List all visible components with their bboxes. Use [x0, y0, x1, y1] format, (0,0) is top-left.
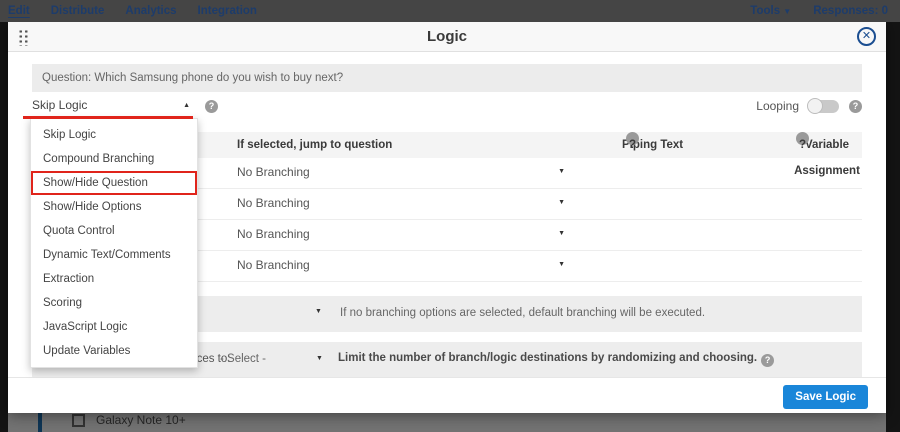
save-logic-button[interactable]: Save Logic — [783, 385, 868, 409]
chevron-down-icon: ▼ — [783, 7, 791, 16]
logic-type-select[interactable]: Skip Logic ▲ — [32, 98, 194, 116]
logic-type-value: Skip Logic — [32, 98, 87, 112]
help-icon[interactable]: ? — [796, 132, 809, 145]
annotation-red-underline — [23, 116, 193, 119]
chevron-down-icon: ▼ — [558, 230, 565, 237]
jump-to-question-select[interactable]: No Branching ▼ — [237, 165, 573, 179]
nav-tab-edit[interactable]: Edit — [8, 0, 30, 22]
help-icon[interactable]: ? — [849, 100, 862, 113]
select-value: No Branching — [237, 258, 310, 272]
menu-item-dynamic-text-comments[interactable]: Dynamic Text/Comments — [31, 243, 197, 267]
looping-control: Looping ? — [756, 99, 862, 113]
nav-tab-analytics[interactable]: Analytics — [125, 0, 176, 22]
help-icon[interactable]: ? — [761, 354, 774, 367]
footer-divider — [8, 377, 886, 378]
select-value: No Branching — [237, 227, 310, 241]
topbar-right-group: Tools ▼ Responses: 0 — [750, 5, 888, 17]
responses-counter[interactable]: Responses: 0 — [813, 5, 888, 17]
question-context-label: Question: Which Samsung phone do you wis… — [32, 64, 862, 92]
tools-dropdown[interactable]: Tools ▼ — [750, 5, 791, 17]
top-nav-bar: Edit Distribute Analytics Integration To… — [0, 0, 900, 22]
jump-to-question-select[interactable]: No Branching ▼ — [237, 258, 573, 272]
menu-item-skip-logic[interactable]: Skip Logic — [31, 123, 197, 147]
menu-item-quota-control[interactable]: Quota Control — [31, 219, 197, 243]
help-icon[interactable]: ? — [626, 132, 639, 145]
nav-tab-distribute[interactable]: Distribute — [51, 0, 105, 22]
help-icon[interactable]: ? — [205, 100, 218, 113]
select-value: No Branching — [237, 165, 310, 179]
modal-header: Logic ✕ — [8, 22, 886, 52]
close-icon[interactable]: ✕ — [857, 27, 876, 46]
looping-toggle[interactable] — [809, 100, 839, 113]
drag-handle-icon[interactable] — [18, 29, 29, 46]
menu-item-update-variables[interactable]: Update Variables — [31, 339, 197, 363]
default-branching-note: If no branching options are selected, de… — [340, 307, 705, 319]
chevron-down-icon: ▼ — [558, 168, 565, 175]
column-header-jump: If selected, jump to question — [237, 132, 392, 158]
logic-modal: Logic ✕ Question: Which Samsung phone do… — [8, 22, 886, 413]
randomizer-note: Limit the number of branch/logic destina… — [338, 352, 774, 367]
chevron-up-icon: ▲ — [183, 102, 190, 109]
chevron-down-icon: ▼ — [558, 199, 565, 206]
logic-type-dropdown-menu: Skip Logic Compound Branching Show/Hide … — [30, 118, 198, 368]
menu-item-javascript-logic[interactable]: JavaScript Logic — [31, 315, 197, 339]
looping-label: Looping — [756, 99, 799, 113]
tools-label: Tools — [750, 5, 780, 17]
jump-to-question-select[interactable]: No Branching ▼ — [237, 196, 573, 210]
jump-to-question-select[interactable]: No Branching ▼ — [237, 227, 573, 241]
select-value: No Branching — [237, 196, 310, 210]
menu-item-show-hide-options[interactable]: Show/Hide Options — [31, 195, 197, 219]
menu-item-scoring[interactable]: Scoring — [31, 291, 197, 315]
menu-item-compound-branching[interactable]: Compound Branching — [31, 147, 197, 171]
randomizer-note-text: Limit the number of branch/logic destina… — [338, 352, 757, 364]
menu-item-show-hide-question[interactable]: Show/Hide Question — [31, 171, 197, 195]
menu-item-extraction[interactable]: Extraction — [31, 267, 197, 291]
limit-choices-select[interactable]: - Select - — [220, 353, 330, 365]
modal-title: Logic — [8, 22, 886, 52]
chevron-down-icon: ▼ — [316, 355, 323, 362]
chevron-down-icon[interactable]: ▼ — [315, 308, 322, 315]
toggle-knob — [807, 98, 823, 114]
nav-tab-integration[interactable]: Integration — [198, 0, 257, 22]
chevron-down-icon: ▼ — [558, 261, 565, 268]
